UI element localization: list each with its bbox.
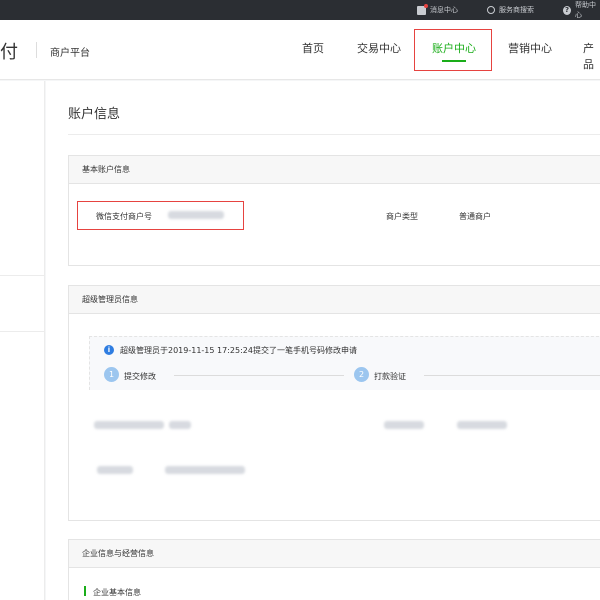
step-1-label: 提交修改 bbox=[124, 372, 156, 381]
sidebar-divider bbox=[0, 331, 45, 332]
step-1-circle: 1 bbox=[104, 367, 119, 382]
admin-id-value-redacted bbox=[165, 466, 245, 474]
nav-transactions[interactable]: 交易中心 bbox=[357, 40, 401, 56]
super-admin-panel-title: 超级管理员信息 bbox=[69, 286, 600, 314]
step-2-circle: 2 bbox=[354, 367, 369, 382]
nav-home[interactable]: 首页 bbox=[302, 40, 324, 56]
top-utility-bar: 消息中心 服务商搜索 ? 帮助中心 bbox=[0, 0, 600, 20]
search-icon bbox=[487, 6, 495, 14]
service-search-label: 服务商搜索 bbox=[499, 6, 534, 14]
basic-account-panel: 基本账户信息 微信支付商户号 商户类型 普通商户 bbox=[68, 155, 600, 266]
admin-id-label-redacted bbox=[97, 466, 133, 474]
nav-marketing[interactable]: 营销中心 bbox=[508, 40, 552, 56]
admin-phone-value-redacted bbox=[457, 421, 507, 429]
notice-text: 超级管理员于2019-11-15 17:25:24提交了一笔手机号码修改申请 bbox=[120, 346, 357, 355]
brand-subtitle: 商户平台 bbox=[50, 48, 90, 59]
highlight-box-merchant-id bbox=[77, 201, 244, 230]
admin-name-label-redacted bbox=[94, 421, 164, 429]
company-info-panel: 企业信息与经营信息 企业基本信息 bbox=[68, 539, 600, 600]
left-sidebar bbox=[0, 81, 45, 600]
step-connector bbox=[174, 375, 344, 376]
title-divider bbox=[68, 134, 600, 135]
info-icon: i bbox=[104, 345, 114, 355]
basic-account-panel-title: 基本账户信息 bbox=[69, 156, 600, 184]
step-connector bbox=[424, 375, 600, 376]
super-admin-panel: 超级管理员信息 i 超级管理员于2019-11-15 17:25:24提交了一笔… bbox=[68, 285, 600, 521]
admin-phone-label-redacted bbox=[384, 421, 424, 429]
section-accent-bar bbox=[84, 586, 86, 596]
brand-divider bbox=[36, 42, 37, 58]
service-search-link[interactable]: 服务商搜索 bbox=[487, 0, 534, 20]
company-basic-info-title: 企业基本信息 bbox=[93, 588, 141, 597]
step-2-label: 打款验证 bbox=[374, 372, 406, 381]
merchant-type-value: 普通商户 bbox=[459, 212, 491, 221]
highlight-box-account-center bbox=[414, 29, 492, 71]
main-header: 付 商户平台 首页 交易中心 账户中心 营销中心 产品 bbox=[0, 20, 600, 80]
admin-name-value-redacted bbox=[169, 421, 191, 429]
nav-products[interactable]: 产品 bbox=[583, 40, 600, 72]
help-label: 帮助中心 bbox=[575, 1, 597, 19]
merchant-type-label: 商户类型 bbox=[386, 212, 418, 221]
message-center-label: 消息中心 bbox=[430, 6, 458, 14]
help-icon: ? bbox=[563, 5, 572, 15]
page-title: 账户信息 bbox=[68, 107, 121, 122]
sidebar-divider bbox=[0, 275, 45, 276]
brand-logo-text: 付 bbox=[0, 42, 18, 63]
help-link[interactable]: ? 帮助中心 bbox=[563, 0, 600, 20]
message-icon bbox=[417, 3, 428, 15]
message-center-link[interactable]: 消息中心 bbox=[417, 0, 458, 20]
main-content: 账户信息 基本账户信息 微信支付商户号 商户类型 普通商户 超级管理员信息 i … bbox=[46, 81, 600, 600]
phone-change-notice: i 超级管理员于2019-11-15 17:25:24提交了一笔手机号码修改申请… bbox=[89, 336, 600, 390]
company-info-panel-title: 企业信息与经营信息 bbox=[69, 540, 600, 568]
